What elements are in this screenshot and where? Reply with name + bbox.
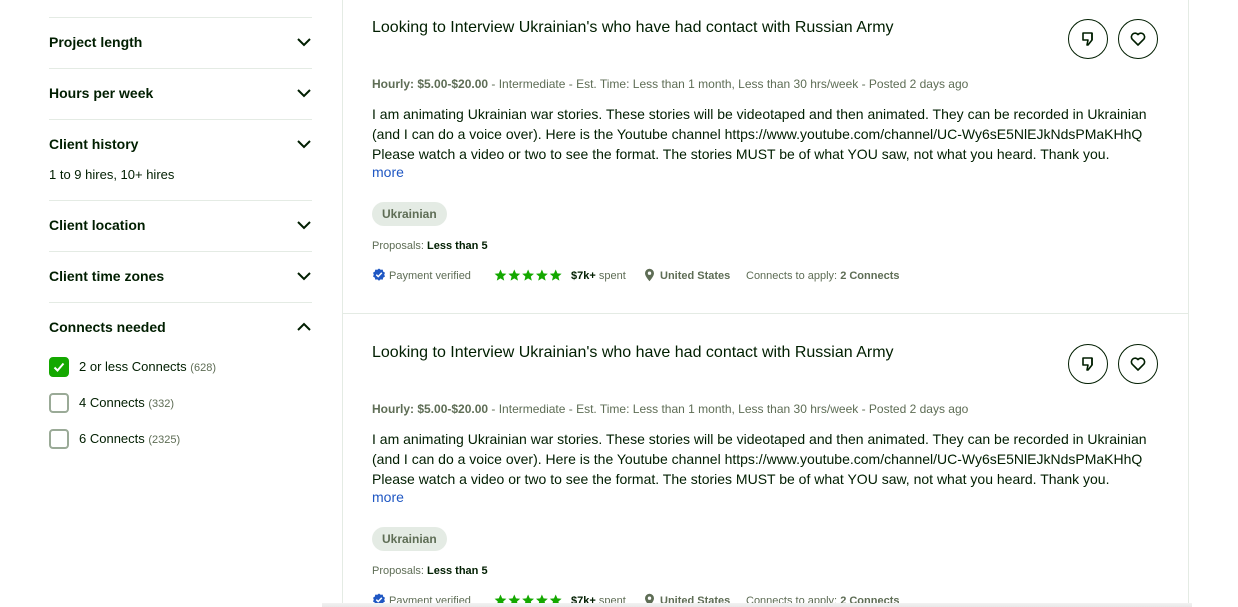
thumbs-down-icon (1082, 32, 1093, 46)
filter-selected-values: 1 to 9 hires, 10+ hires (49, 167, 175, 182)
more-link[interactable]: more (372, 489, 404, 505)
location-pin-icon (645, 268, 654, 282)
filter-title: Client history (49, 136, 139, 152)
checkbox-label: 4 Connects (332) (79, 395, 175, 410)
job-card-divider (342, 313, 1189, 314)
filter-title: Project length (49, 34, 143, 50)
checkbox-label: 2 or less Connects (628) (79, 359, 216, 374)
divider (49, 200, 312, 201)
connects-to-apply: Connects to apply: 2 Connects (746, 270, 900, 282)
checkmark-icon (53, 362, 65, 372)
job-title-link[interactable]: Looking to Interview Ukrainian's who hav… (372, 19, 894, 37)
proposals-count: Proposals: Less than 5 (372, 565, 488, 577)
heart-icon (1130, 357, 1146, 371)
filter-title: Connects needed (49, 319, 166, 335)
checkbox-checked[interactable] (49, 357, 69, 377)
chevron-down-icon (296, 137, 312, 151)
job-title-link[interactable]: Looking to Interview Ukrainian's who hav… (372, 344, 894, 362)
dislike-button[interactable] (1068, 19, 1108, 59)
option-count: (628) (190, 362, 216, 374)
filter-hours-per-week-toggle[interactable]: Hours per week (49, 83, 312, 103)
client-rating-stars (494, 269, 562, 282)
job-meta: Hourly: $5.00-$20.00 - Intermediate - Es… (372, 402, 969, 416)
filter-title: Client time zones (49, 268, 165, 284)
filter-title: Hours per week (49, 85, 154, 101)
divider (49, 68, 312, 69)
filter-project-length-toggle[interactable]: Project length (49, 32, 312, 52)
dislike-button[interactable] (1068, 344, 1108, 384)
skill-tag[interactable]: Ukrainian (372, 202, 447, 226)
filter-connects-needed-toggle[interactable]: Connects needed (49, 317, 312, 337)
chevron-down-icon (296, 86, 312, 100)
chevron-up-icon (296, 320, 312, 334)
filter-client-history-toggle[interactable]: Client history (49, 134, 312, 154)
divider (49, 302, 312, 303)
verified-badge-icon (373, 268, 385, 281)
checkbox-label: 6 Connects (2325) (79, 431, 181, 446)
job-rate: Hourly: $5.00-$20.00 (372, 402, 489, 416)
thumbs-down-icon (1082, 357, 1093, 371)
job-rate: Hourly: $5.00-$20.00 (372, 77, 489, 91)
divider (49, 17, 312, 18)
save-job-button[interactable] (1118, 344, 1158, 384)
proposals-count: Proposals: Less than 5 (372, 240, 488, 252)
job-card[interactable]: Looking to Interview Ukrainian's who hav… (372, 19, 1162, 289)
checkbox[interactable] (49, 429, 69, 449)
divider (49, 251, 312, 252)
heart-icon (1130, 32, 1146, 46)
filter-client-time-zones-toggle[interactable]: Client time zones (49, 266, 312, 286)
filter-title: Client location (49, 217, 146, 233)
scroll-edge (322, 603, 1192, 607)
job-card[interactable]: Looking to Interview Ukrainian's who hav… (372, 344, 1162, 607)
skill-tag[interactable]: Ukrainian (372, 527, 447, 551)
job-meta: Hourly: $5.00-$20.00 - Intermediate - Es… (372, 77, 969, 91)
option-count: (2325) (148, 434, 181, 446)
filter-client-location-toggle[interactable]: Client location (49, 215, 312, 235)
chevron-down-icon (296, 269, 312, 283)
client-spent: $7k+ spent (571, 270, 626, 282)
option-count: (332) (148, 398, 175, 410)
divider (49, 119, 312, 120)
star-icon (494, 269, 562, 281)
job-description: I am animating Ukrainian war stories. Th… (372, 106, 1147, 162)
save-job-button[interactable] (1118, 19, 1158, 59)
checkbox[interactable] (49, 393, 69, 413)
chevron-down-icon (296, 35, 312, 49)
chevron-down-icon (296, 218, 312, 232)
more-link[interactable]: more (372, 164, 404, 180)
job-description: I am animating Ukrainian war stories. Th… (372, 431, 1147, 487)
client-info-row: Payment verified $7k+ spent United State… (372, 267, 1152, 285)
